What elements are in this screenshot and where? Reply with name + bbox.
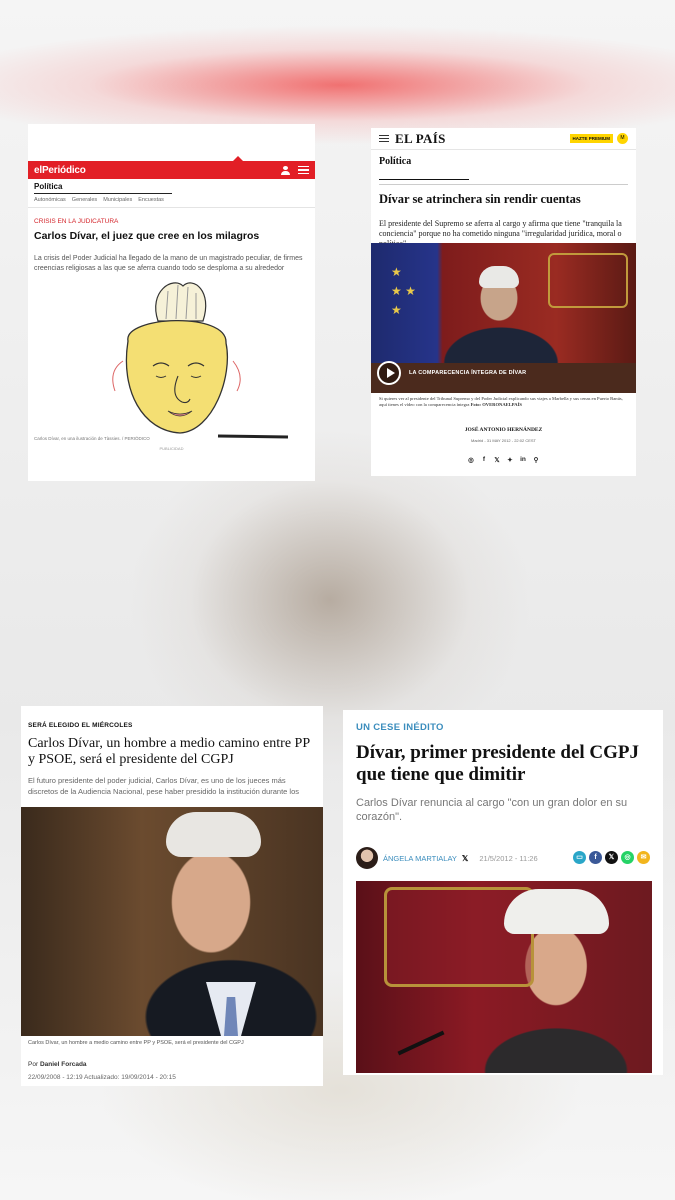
third-article-card: SERÁ ELEGIDO EL MIÉRCOLES Carlos Dívar, …: [21, 706, 323, 1086]
x-icon[interactable]: 𝕏: [493, 456, 501, 464]
share-bar: ◎ f 𝕏 ✦ in ⚲: [467, 456, 540, 464]
author-name[interactable]: Daniel Forcada: [40, 1061, 87, 1068]
caricature-illustration: [28, 281, 315, 439]
byline: ÁNGELA MARTIALAY 𝕏 21/5/2012 - 11:26: [356, 847, 538, 869]
share-bar: ▭ f 𝕏 ◎ ✉: [573, 851, 650, 864]
premium-button[interactable]: HAZTE PREMIUM: [569, 134, 613, 143]
linkedin-icon[interactable]: in: [519, 456, 527, 464]
header-bar: EL PAÍS HAZTE PREMIUM M: [371, 128, 636, 150]
article-kicker: CRISIS EN LA JUDICATURA: [34, 218, 119, 225]
article-lead: El futuro presidente del poder judicial,…: [28, 776, 299, 797]
byline-prefix: Por: [28, 1061, 39, 1068]
subnav-item-encuestas[interactable]: Encuestas: [138, 197, 164, 203]
whatsapp-icon[interactable]: ◎: [621, 851, 634, 864]
author-name[interactable]: JOSÉ ANTONIO HERNÁNDEZ: [371, 427, 636, 433]
article-photo: [356, 881, 652, 1073]
article-headline[interactable]: Carlos Dívar, el juez que cree en los mi…: [34, 230, 309, 243]
section-divider: [371, 167, 636, 185]
article-kicker: SERÁ ELEGIDO EL MIÉRCOLES: [28, 722, 133, 729]
video-label[interactable]: LA COMPARECENCIA ÍNTEGRA DE DÍVAR: [409, 370, 526, 376]
author-name[interactable]: ÁNGELA MARTIALAY: [383, 854, 457, 863]
photo-subject-hair: [504, 889, 609, 934]
link-icon[interactable]: ⚲: [532, 456, 540, 464]
photo-credit: Foto: OVERONAELPAÍS: [470, 401, 522, 407]
elpais-article-card: EL PAÍS HAZTE PREMIUM M Política Dívar s…: [371, 128, 636, 476]
x-icon[interactable]: 𝕏: [605, 851, 618, 864]
elperiodico-article-card: elPeriódico Política Autonómicas General…: [28, 124, 315, 481]
photo-caption: Si quieres ver al presidente del Tribuna…: [379, 396, 628, 408]
article-headline[interactable]: Dívar se atrinchera sin rendir cuentas: [379, 192, 628, 206]
caricature-drawing: [112, 281, 289, 439]
subnav-item-generales[interactable]: Generales: [72, 197, 97, 203]
illustration-caption: Carlos Dívar, en una ilustración de Tàss…: [34, 436, 150, 441]
publish-dates: 22/09/2008 - 12:19 Actualizado: 19/09/20…: [28, 1074, 176, 1081]
publish-date: Madrid - 31 MAY 2012 - 22:02 CEST: [471, 438, 536, 443]
menu-icon[interactable]: [379, 135, 389, 142]
publish-date: 21/5/2012 - 11:26: [479, 853, 538, 863]
subnav-item-municipales[interactable]: Municipales: [103, 197, 132, 203]
section-title[interactable]: Política: [34, 182, 172, 194]
author-avatar[interactable]: [356, 847, 378, 869]
comments-icon[interactable]: ▭: [573, 851, 586, 864]
subnav-item-autonomicas[interactable]: Autonómicas: [34, 197, 66, 203]
article-lead: La crisis del Poder Judicial ha llegado …: [34, 254, 303, 273]
photo-desk: [371, 363, 636, 393]
email-icon[interactable]: ✉: [637, 851, 650, 864]
eu-flag-stars: ★ ★ ★ ★: [391, 265, 416, 318]
user-icon[interactable]: [281, 165, 290, 175]
fourth-article-card: UN CESE INÉDITO Dívar, primer presidente…: [343, 710, 663, 1075]
status-area: [28, 124, 315, 161]
article-headline[interactable]: Dívar, primer presidente del CGPJ que ti…: [356, 742, 650, 786]
bluesky-icon[interactable]: ✦: [506, 456, 514, 464]
article-kicker: UN CESE INÉDITO: [356, 722, 444, 733]
play-icon[interactable]: [377, 361, 401, 385]
site-logo[interactable]: EL PAÍS: [395, 131, 446, 147]
facebook-icon[interactable]: f: [480, 456, 488, 464]
subnav: Autonómicas Generales Municipales Encues…: [28, 194, 315, 208]
whatsapp-icon[interactable]: ◎: [467, 456, 475, 464]
article-photo: ★ ★ ★ ★ LA COMPARECENCIA ÍNTEGRA DE DÍVAR: [371, 243, 636, 393]
facebook-icon[interactable]: f: [589, 851, 602, 864]
article-lead: Carlos Dívar renuncia al cargo "con un g…: [356, 796, 628, 823]
header-notch: [233, 156, 243, 161]
tapestry-decoration: [548, 253, 628, 308]
microphone: [397, 1030, 445, 1056]
header-bar: elPeriódico: [28, 156, 315, 179]
byline: Por Daniel Forcada: [28, 1061, 87, 1068]
menu-icon[interactable]: [298, 166, 309, 174]
site-logo[interactable]: elPeriódico: [34, 165, 86, 176]
article-photo: [21, 807, 323, 1036]
photo-caption: Carlos Dívar, un hombre a medio camino e…: [28, 1040, 244, 1046]
article-headline[interactable]: Carlos Dívar, un hombre a medio camino e…: [28, 736, 316, 768]
section-title[interactable]: Política: [379, 156, 628, 167]
photo-subject-hair: [166, 812, 261, 857]
ad-label: PUBLICIDAD: [159, 446, 184, 451]
user-avatar[interactable]: M: [617, 133, 628, 144]
photo-subject-hair: [479, 266, 519, 288]
x-icon[interactable]: 𝕏: [462, 854, 468, 863]
